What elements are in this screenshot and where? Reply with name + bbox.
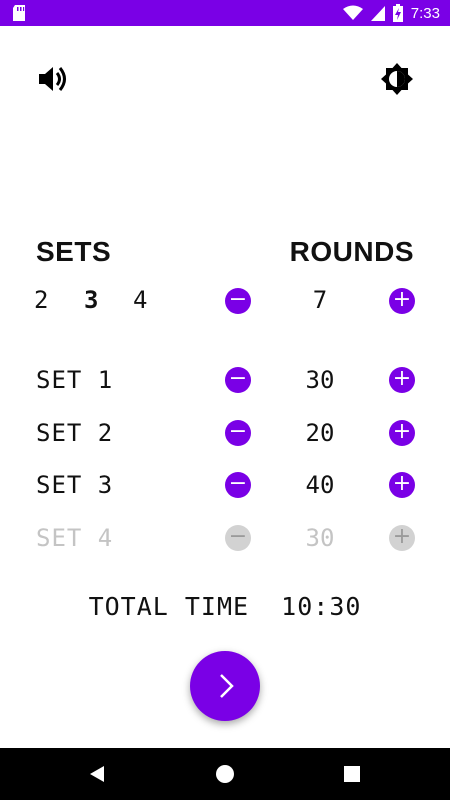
rounds-minus-button[interactable]: −: [225, 288, 251, 314]
set-3-label: SET 3: [36, 471, 114, 499]
set-option-4[interactable]: 4: [133, 286, 147, 314]
set-3-plus-button[interactable]: +: [389, 472, 415, 498]
set-option-2[interactable]: 2: [34, 286, 48, 314]
plus-icon: +: [392, 471, 412, 496]
minus-icon: −: [228, 471, 248, 496]
plus-icon: +: [392, 524, 412, 549]
rounds-value: 7: [312, 286, 328, 314]
volume-icon[interactable]: [36, 62, 70, 96]
set-2-label: SET 2: [36, 419, 114, 447]
set-4-label: SET 4: [36, 524, 114, 552]
set-2-plus-button[interactable]: +: [389, 420, 415, 446]
home-icon[interactable]: [213, 762, 237, 786]
signal-icon: [370, 6, 385, 21]
set-3-minus-button[interactable]: −: [225, 472, 251, 498]
back-icon[interactable]: [86, 762, 110, 786]
plus-icon: +: [392, 287, 412, 312]
total-time: TOTAL TIME 10:30: [88, 592, 362, 621]
sets-heading: SETS: [36, 236, 112, 267]
set-3-value: 40: [305, 471, 335, 499]
recents-icon[interactable]: [340, 762, 364, 786]
brightness-icon[interactable]: [380, 62, 414, 96]
set-1-minus-button[interactable]: −: [225, 367, 251, 393]
set-2-value: 20: [305, 419, 335, 447]
set-option-3[interactable]: 3: [84, 286, 98, 314]
sd-card-icon: [13, 5, 25, 21]
status-bar: 7:33: [0, 0, 450, 26]
status-time: 7:33: [410, 4, 440, 22]
set-1-label: SET 1: [36, 366, 114, 394]
rounds-heading: ROUNDS: [289, 236, 414, 267]
set-1-value: 30: [305, 366, 335, 394]
navigation-bar: [0, 748, 450, 800]
rounds-plus-button[interactable]: +: [389, 288, 415, 314]
battery-charging-icon: [392, 4, 403, 22]
set-4-minus-button: −: [225, 525, 251, 551]
chevron-right-icon: [220, 674, 234, 698]
minus-icon: −: [228, 287, 248, 312]
plus-icon: +: [392, 419, 412, 444]
set-4-value: 30: [305, 524, 335, 552]
set-2-minus-button[interactable]: −: [225, 420, 251, 446]
minus-icon: −: [228, 366, 248, 391]
wifi-icon: [342, 5, 363, 20]
next-button[interactable]: [190, 651, 260, 721]
set-1-plus-button[interactable]: +: [389, 367, 415, 393]
set-4-plus-button: +: [389, 525, 415, 551]
plus-icon: +: [392, 366, 412, 391]
minus-icon: −: [228, 524, 248, 549]
minus-icon: −: [228, 419, 248, 444]
